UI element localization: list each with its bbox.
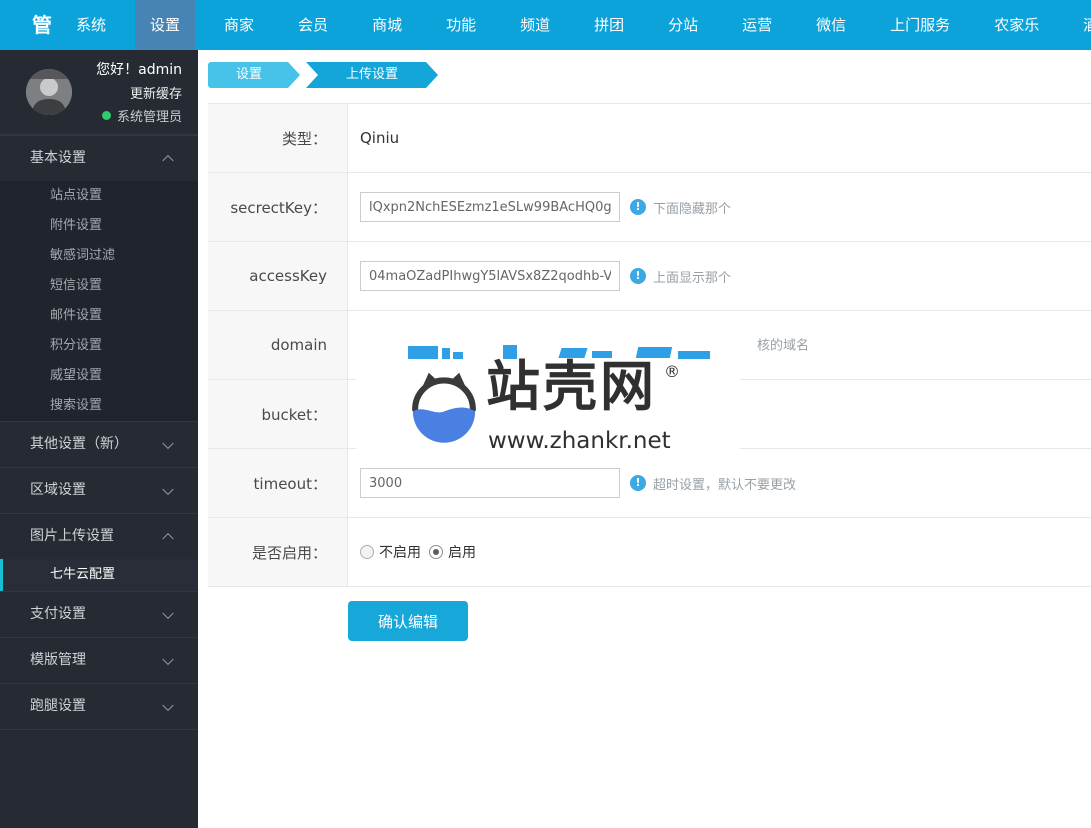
access-key-input[interactable] <box>360 261 620 291</box>
sidebar-item-points-settings[interactable]: 积分设置 <box>0 331 198 361</box>
top-nav-menu: 系统 设置 商家 会员 商城 功能 频道 拼团 分站 运营 微信 上门服务 农家… <box>54 0 1091 50</box>
avatar <box>26 69 72 115</box>
sidebar-section-region-settings[interactable]: 区域设置 <box>0 467 198 513</box>
domain-hint-text: 核的域名 <box>757 338 810 354</box>
chevron-down-icon <box>162 437 174 449</box>
enabled-label: 是否启用： <box>208 518 348 586</box>
section-label: 图片上传设置 <box>30 528 114 544</box>
chevron-up-icon <box>162 154 174 166</box>
form-row-access-key: accessKey ! 上面显示那个 <box>208 242 1091 311</box>
radio-option-enable[interactable]: 启用 <box>429 542 476 562</box>
info-icon: ! <box>630 268 646 284</box>
secret-key-label: secrectKey： <box>208 173 348 241</box>
sidebar-section-image-upload-settings[interactable]: 图片上传设置 <box>0 513 198 559</box>
sidebar-item-sms-settings[interactable]: 短信设置 <box>0 271 198 301</box>
top-navbar: 管理中心 系统 设置 商家 会员 商城 功能 频道 拼团 分站 运营 微信 上门… <box>0 0 1091 187</box>
radio-option-disable[interactable]: 不启用 <box>360 542 421 562</box>
chevron-down-icon <box>162 483 174 495</box>
sidebar: 您好！admin 更新缓存 系统管理员 基本设置 站点设置 附件设置 敏感词过滤… <box>0 50 198 828</box>
app-title: 管理中心 <box>32 13 54 187</box>
type-value: Qiniu <box>360 129 400 147</box>
sidebar-section-payment-settings[interactable]: 支付设置 <box>0 591 198 637</box>
nav-item-wechat[interactable]: 微信 <box>801 0 861 50</box>
section-label: 基本设置 <box>30 150 86 166</box>
nav-item-system[interactable]: 系统 <box>61 0 121 50</box>
nav-item-groupbuy[interactable]: 拼团 <box>579 0 639 50</box>
bucket-label: bucket： <box>208 380 348 448</box>
timeout-hint: ! 超时设置，默认不要更改 <box>630 474 796 493</box>
access-key-hint: ! 上面显示那个 <box>630 267 731 286</box>
enabled-radio-group: 不启用 启用 <box>360 542 484 562</box>
timeout-label: timeout： <box>208 449 348 517</box>
nav-item-mall[interactable]: 商城 <box>357 0 417 50</box>
radio-checked-icon[interactable] <box>429 545 443 559</box>
secret-key-input[interactable] <box>360 192 620 222</box>
sidebar-item-sensitive-word-filter[interactable]: 敏感词过滤 <box>0 241 198 271</box>
breadcrumb: 设置 上传设置 <box>208 62 438 88</box>
radio-enable-label: 启用 <box>448 545 476 561</box>
nav-item-channel[interactable]: 频道 <box>505 0 565 50</box>
nav-item-merchant[interactable]: 商家 <box>209 0 269 50</box>
nav-item-settings[interactable]: 设置 <box>135 0 196 50</box>
breadcrumb-tab-settings[interactable]: 设置 <box>208 62 300 88</box>
form-row-type: 类型： Qiniu <box>208 104 1091 173</box>
nav-item-member[interactable]: 会员 <box>283 0 343 50</box>
sidebar-item-prestige-settings[interactable]: 威望设置 <box>0 361 198 391</box>
nav-item-features[interactable]: 功能 <box>431 0 491 50</box>
nav-item-farmhouse[interactable]: 农家乐 <box>979 0 1054 50</box>
domain-label: domain <box>208 311 348 379</box>
user-panel: 您好！admin 更新缓存 系统管理员 <box>0 50 198 135</box>
type-label: 类型： <box>208 104 348 172</box>
breadcrumb-tab-upload-settings[interactable]: 上传设置 <box>306 62 438 88</box>
nav-item-operation[interactable]: 运营 <box>727 0 787 50</box>
section-label: 跑腿设置 <box>30 698 86 714</box>
radio-disable-label: 不启用 <box>379 545 421 561</box>
watermark: 站壳网 ® www.zhankr.net <box>356 330 740 462</box>
chevron-up-icon <box>162 532 174 544</box>
radio-unchecked-icon[interactable] <box>360 545 374 559</box>
nav-item-substation[interactable]: 分站 <box>653 0 713 50</box>
sidebar-item-attachment-settings[interactable]: 附件设置 <box>0 211 198 241</box>
secret-key-hint-text: 下面隐藏那个 <box>653 201 732 217</box>
section-label: 支付设置 <box>30 606 86 622</box>
form-row-enabled: 是否启用： 不启用 启用 <box>208 518 1091 587</box>
basic-settings-submenu: 站点设置 附件设置 敏感词过滤 短信设置 邮件设置 积分设置 威望设置 搜索设置 <box>0 181 198 421</box>
form-row-secret-key: secrectKey： ! 下面隐藏那个 <box>208 173 1091 242</box>
section-label: 其他设置（新） <box>30 436 128 452</box>
online-status-icon <box>101 111 111 120</box>
info-icon: ! <box>630 475 646 491</box>
nav-item-hotel[interactable]: 酒店 <box>1068 0 1091 50</box>
sidebar-item-search-settings[interactable]: 搜索设置 <box>0 391 198 421</box>
sidebar-section-basic-settings[interactable]: 基本设置 <box>0 135 198 181</box>
sidebar-section-template-management[interactable]: 模版管理 <box>0 637 198 683</box>
registered-mark: ® <box>664 362 680 381</box>
cat-logo-icon <box>406 368 482 450</box>
user-role-label: 系统管理员 <box>116 110 182 125</box>
sidebar-item-qiniu-cloud-config[interactable]: 七牛云配置 <box>0 559 198 591</box>
image-upload-submenu: 七牛云配置 <box>0 559 198 591</box>
section-label: 模版管理 <box>30 652 86 668</box>
sidebar-section-errand-settings[interactable]: 跑腿设置 <box>0 683 198 729</box>
access-key-label: accessKey <box>208 242 348 310</box>
sidebar-item-email-settings[interactable]: 邮件设置 <box>0 301 198 331</box>
info-icon: ! <box>630 199 646 215</box>
section-label: 区域设置 <box>30 482 86 498</box>
user-role: 系统管理员 <box>72 106 182 125</box>
chevron-down-icon <box>162 607 174 619</box>
main-content: 设置 上传设置 类型： Qiniu secrectKey： ! 下面隐藏那个 <box>198 50 1091 828</box>
confirm-edit-button[interactable]: 确认编辑 <box>348 601 468 641</box>
watermark-title: 站壳网 <box>486 355 657 418</box>
secret-key-hint: ! 下面隐藏那个 <box>630 198 731 217</box>
timeout-hint-text: 超时设置，默认不要更改 <box>653 477 797 493</box>
refresh-cache-link[interactable]: 更新缓存 <box>72 83 182 102</box>
timeout-input[interactable] <box>360 468 620 498</box>
sidebar-item-site-settings[interactable]: 站点设置 <box>0 181 198 211</box>
user-greeting: 您好！admin <box>96 62 182 78</box>
chevron-down-icon <box>162 653 174 665</box>
access-key-hint-text: 上面显示那个 <box>653 270 732 286</box>
sidebar-section-other-settings-new[interactable]: 其他设置（新） <box>0 421 198 467</box>
watermark-url: www.zhankr.net <box>488 428 671 454</box>
chevron-down-icon <box>162 699 174 711</box>
nav-item-door-service[interactable]: 上门服务 <box>875 0 965 50</box>
